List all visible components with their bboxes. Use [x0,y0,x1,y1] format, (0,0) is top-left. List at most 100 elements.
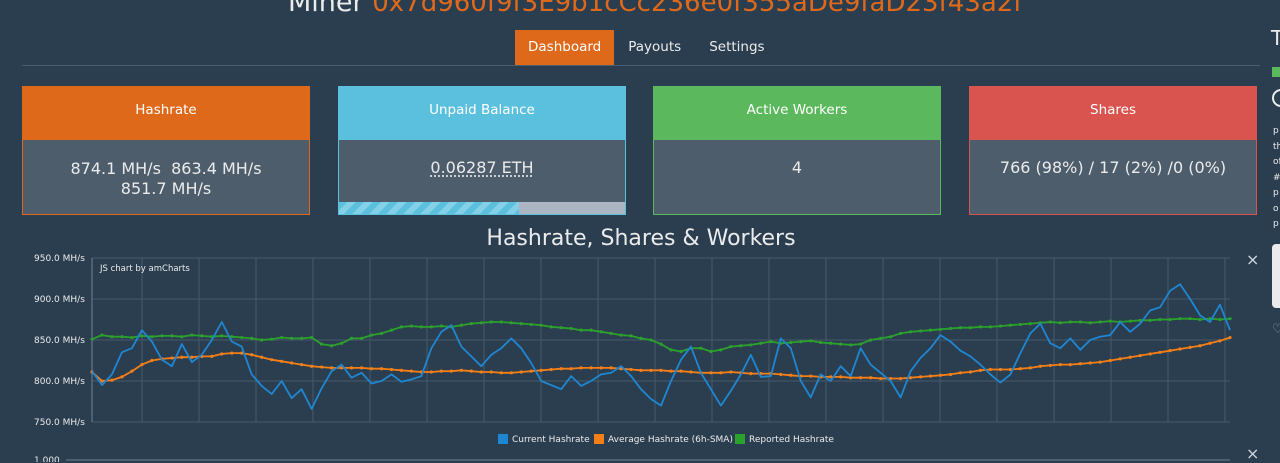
data-point [549,325,553,329]
data-point [779,372,783,377]
data-point [1158,317,1162,322]
data-point [749,343,753,347]
data-point [1048,363,1052,368]
data-point [879,336,883,340]
data-point [180,355,184,359]
data-point [988,367,993,372]
data-point [1118,357,1122,361]
data-point [359,336,364,340]
data-point [968,370,973,374]
data-point [1158,350,1162,354]
data-point [729,344,733,349]
data-point [1188,345,1192,349]
data-point [449,369,453,373]
data-point [699,346,703,350]
data-point [260,338,264,342]
workers-card-title: Active Workers [654,87,940,140]
y-tick-label: 850.0 MH/s [34,336,85,346]
data-point [589,366,593,370]
unpaid-balance-value[interactable]: 0.06287 ETH [430,158,533,177]
data-point [679,369,683,373]
data-point [310,364,314,368]
chart-title: Hashrate, Shares & Workers [486,226,796,251]
data-point [579,328,583,332]
tab-settings[interactable]: Settings [695,30,778,65]
data-point [1048,320,1052,324]
data-point [839,342,843,346]
data-point [958,326,963,330]
data-point [439,324,443,328]
data-point [389,328,394,332]
data-point [609,366,613,370]
data-point [629,334,633,338]
data-point [1168,317,1172,322]
data-point [140,334,144,338]
amcharts-credit: JS chart by amCharts [99,264,190,274]
hashrate-line-1: 874.1 MH/s 863.4 MH/s [70,159,262,178]
data-point [599,366,603,370]
data-point [459,368,463,372]
data-point [1058,321,1062,325]
data-point [170,356,174,360]
data-point [509,321,513,325]
data-point [1108,319,1112,323]
close-second-chart-icon[interactable]: × [1246,446,1259,462]
nav-tabs: Dashboard Payouts Settings [515,30,779,65]
sidebar-avatar-icon[interactable] [1272,89,1280,107]
data-point [1128,355,1132,359]
data-point [489,370,493,374]
data-point [429,325,434,329]
data-point [938,327,943,331]
data-point [190,333,194,337]
data-point [859,376,863,380]
data-point [479,370,483,374]
y-tick-label: 950.0 MH/s [34,254,85,264]
legend-swatch [594,434,604,444]
data-point [469,369,473,373]
tab-dashboard[interactable]: Dashboard [515,30,615,65]
data-point [509,371,513,375]
legend-swatch [498,434,508,444]
data-point [809,339,813,343]
data-point [549,367,553,372]
y-tick-label: 800.0 MH/s [34,377,85,387]
data-point [100,333,104,337]
data-point [439,369,443,373]
data-point [250,336,254,340]
data-point [649,368,653,372]
data-point [1228,317,1232,321]
data-point [938,373,943,377]
unpaid-balance-card: Unpaid Balance 0.06287 ETH [338,86,626,215]
data-point [1038,364,1042,368]
data-point [998,324,1003,328]
data-point [260,355,264,359]
data-point [948,372,953,377]
title-prefix: Miner [288,0,364,18]
data-point [869,376,873,380]
data-point [399,325,404,329]
data-point [569,367,573,371]
y-tick-label: 900.0 MH/s [34,295,85,305]
data-point [849,343,853,347]
tab-payouts[interactable]: Payouts [614,30,695,65]
data-point [569,326,573,331]
close-chart-icon[interactable]: × [1246,252,1259,268]
data-point [220,352,224,356]
data-point [339,341,344,345]
data-point [1228,335,1232,340]
heart-icon[interactable]: ♡ [1272,322,1280,337]
data-point [789,373,793,377]
data-point [180,335,184,339]
data-point [529,369,533,373]
data-point [319,342,324,346]
data-point [1128,319,1132,323]
data-point [789,340,793,345]
sidebar-card[interactable] [1272,244,1280,308]
data-point [290,361,294,365]
data-point [829,341,833,345]
data-point [988,325,993,329]
active-workers-card: Active Workers 4 [653,86,941,215]
data-point [140,363,144,367]
data-point [1098,320,1102,324]
data-point [948,326,953,331]
